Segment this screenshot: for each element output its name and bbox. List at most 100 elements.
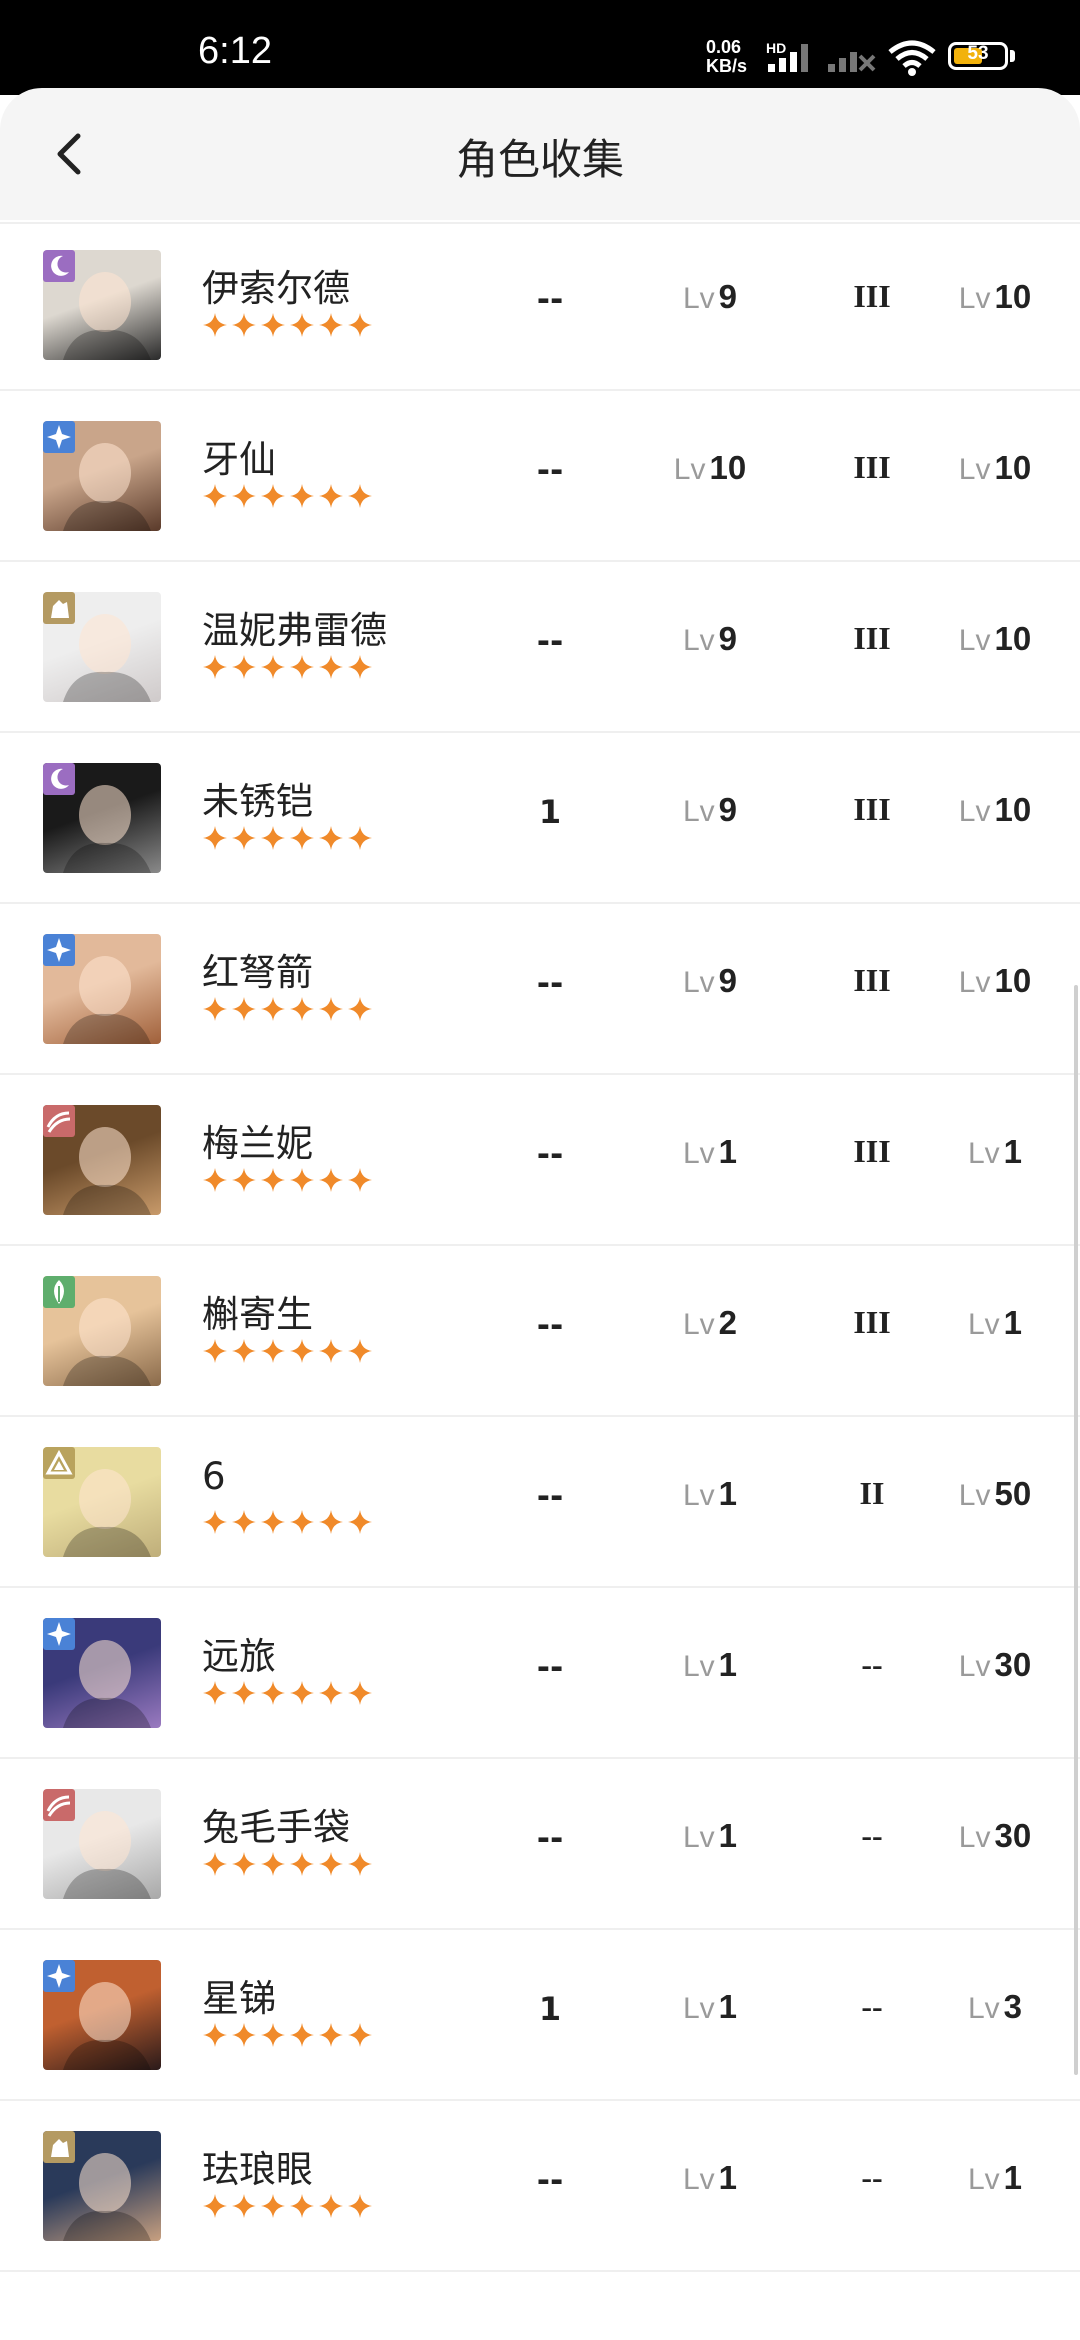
star-icon — [232, 1852, 256, 1876]
insight-tier: II — [859, 1475, 885, 1511]
character-portrait — [43, 2131, 161, 2241]
duplicate-count: -- — [536, 1648, 564, 1686]
insight-tier: III — [853, 962, 891, 998]
skill-level-value: 50 — [994, 1475, 1032, 1512]
element-badge — [43, 1105, 75, 1137]
star-icon — [232, 1339, 256, 1363]
character-list[interactable]: 伊索尔德 -- Lv 9 III Lv 10 牙仙 -- Lv 10 III Lv 10 温妮弗雷德 -- Lv… — [0, 220, 1080, 2340]
star-icon — [290, 313, 314, 337]
list-item[interactable]: 牙仙 -- Lv 10 III Lv 10 — [0, 391, 1080, 562]
star-icon — [47, 938, 71, 962]
list-item[interactable]: 温妮弗雷德 -- Lv 9 III Lv 10 — [0, 562, 1080, 733]
level-prefix: Lv — [682, 966, 715, 999]
star-icon — [290, 2194, 314, 2218]
list-item[interactable]: 伊索尔德 -- Lv 9 III Lv 10 — [0, 220, 1080, 391]
level-prefix: Lv — [682, 795, 715, 828]
star-icon — [319, 1852, 343, 1876]
star-icon — [232, 997, 256, 1021]
star-icon — [348, 484, 372, 508]
star-icon — [203, 2194, 227, 2218]
star-icon — [319, 2023, 343, 2047]
list-item[interactable]: 星锑 1 Lv 1 -- Lv 3 — [0, 1930, 1080, 2101]
star-rating — [202, 1680, 376, 1710]
wifi-icon — [888, 40, 936, 76]
character-level: Lv 2 — [650, 1304, 770, 1342]
list-item[interactable]: 红弩箭 -- Lv 9 III Lv 10 — [0, 904, 1080, 1075]
star-icon — [290, 826, 314, 850]
level-prefix: Lv — [958, 795, 991, 828]
star-icon — [47, 1964, 71, 1988]
level-value: 9 — [718, 620, 738, 657]
character-name: 兔毛手袋 — [202, 1806, 350, 1849]
list-item[interactable]: 珐琅眼 -- Lv 1 -- Lv 1 — [0, 2101, 1080, 2272]
duplicate-count: -- — [536, 2161, 564, 2199]
star-icon — [261, 655, 285, 679]
scrollbar[interactable] — [1074, 985, 1078, 2075]
list-item[interactable]: 未锈铠 1 Lv 9 III Lv 10 — [0, 733, 1080, 904]
skill-level-value: 10 — [994, 278, 1032, 315]
star-icon — [290, 655, 314, 679]
star-rating — [202, 1851, 376, 1881]
level-prefix: Lv — [967, 1308, 1000, 1341]
star-icon — [232, 826, 256, 850]
battery-level: 53 — [967, 43, 989, 64]
page-title: 角色收集 — [455, 135, 624, 184]
character-portrait — [43, 250, 161, 360]
character-portrait — [43, 1960, 161, 2070]
list-item[interactable]: 远旅 -- Lv 1 -- Lv 30 — [0, 1588, 1080, 1759]
skill-level: Lv 10 — [935, 449, 1055, 487]
star-rating — [202, 1509, 376, 1539]
level-prefix: Lv — [958, 966, 991, 999]
star-icon — [348, 1168, 372, 1192]
skill-level-value: 10 — [994, 791, 1032, 828]
star-icon — [203, 484, 227, 508]
duplicate-count: -- — [536, 964, 564, 1002]
clock: 6:12 — [198, 30, 272, 72]
duplicate-count: -- — [536, 1306, 564, 1344]
level-prefix: Lv — [958, 282, 991, 315]
level-prefix: Lv — [673, 453, 706, 486]
element-badge — [43, 1789, 75, 1821]
skill-level: Lv 10 — [935, 278, 1055, 316]
level-prefix: Lv — [958, 453, 991, 486]
element-badge — [43, 1276, 75, 1308]
star-icon — [203, 1168, 227, 1192]
list-item[interactable]: 槲寄生 -- Lv 2 III Lv 1 — [0, 1246, 1080, 1417]
character-name: 槲寄生 — [202, 1293, 313, 1336]
star-icon — [261, 1168, 285, 1192]
list-item[interactable]: 梅兰妮 -- Lv 1 III Lv 1 — [0, 1075, 1080, 1246]
insight-tier: III — [853, 791, 891, 827]
character-name: 牙仙 — [202, 438, 276, 481]
character-level: Lv 1 — [650, 2159, 770, 2197]
star-icon — [232, 1681, 256, 1705]
network-speed-value: 0.06 — [706, 37, 742, 57]
character-level: Lv 1 — [650, 1988, 770, 2026]
star-icon — [319, 655, 343, 679]
star-icon — [261, 1339, 285, 1363]
element-badge — [43, 1618, 75, 1650]
duplicate-count: -- — [536, 280, 564, 318]
list-item[interactable]: 兔毛手袋 -- Lv 1 -- Lv 30 — [0, 1759, 1080, 1930]
skill-level-value: 1 — [1003, 2159, 1023, 2196]
duplicate-count: -- — [536, 1477, 564, 1515]
star-icon — [348, 1852, 372, 1876]
level-prefix: Lv — [967, 1992, 1000, 2025]
star-icon — [261, 826, 285, 850]
character-portrait — [43, 1105, 161, 1215]
list-item[interactable]: 6 -- Lv 1 II Lv 50 — [0, 1417, 1080, 1588]
level-prefix: Lv — [682, 282, 715, 315]
character-level: Lv 9 — [650, 962, 770, 1000]
level-value: 9 — [718, 962, 738, 999]
level-prefix: Lv — [682, 1137, 715, 1170]
star-icon — [348, 655, 372, 679]
mineral-icon — [45, 1449, 73, 1475]
star-icon — [261, 2194, 285, 2218]
insight-tier: III — [853, 1133, 891, 1169]
star-icon — [261, 484, 285, 508]
character-level: Lv 1 — [650, 1475, 770, 1513]
star-icon — [290, 997, 314, 1021]
element-badge — [43, 934, 75, 966]
star-rating — [202, 2193, 376, 2223]
character-portrait — [43, 1618, 161, 1728]
beast-icon — [51, 2139, 69, 2157]
